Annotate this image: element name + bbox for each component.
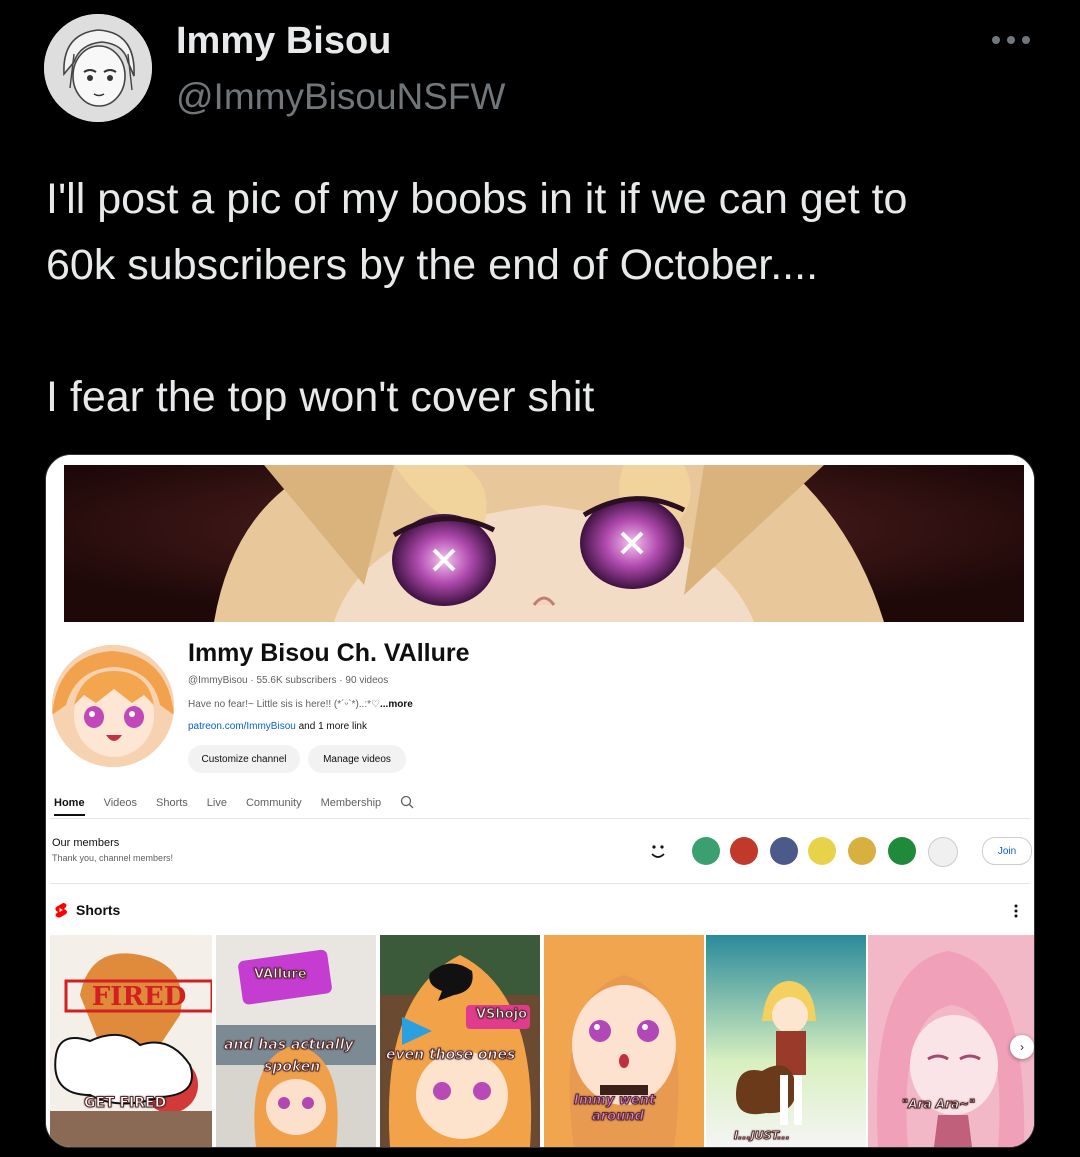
author-handle[interactable]: @ImmyBisouNSFW: [176, 76, 505, 118]
member-avatar: [808, 837, 836, 865]
members-title: Our members: [52, 837, 120, 849]
short-caption: and has actually: [224, 1037, 355, 1054]
short-caption: around: [592, 1109, 645, 1125]
author-name[interactable]: Immy Bisou: [176, 20, 391, 63]
member-avatar: [692, 837, 720, 865]
short-thumbnail: VAllure and has actually spoken: [216, 935, 376, 1147]
members-subtitle: Thank you, channel members!: [52, 853, 174, 863]
short-caption: Immy went: [573, 1093, 656, 1109]
tab-community: Community: [245, 797, 302, 809]
channel-meta: @ImmyBisou · 55.6K subscribers · 90 vide…: [188, 675, 389, 686]
channel-description: Have no fear!~ Little sis is here!! (*´ᵕ…: [188, 699, 413, 710]
channel-links: patreon.com/ImmyBisou and 1 more link: [188, 721, 367, 732]
short-thumbnail: FIRED GET FIRED: [50, 935, 212, 1147]
member-avatar: [770, 837, 798, 865]
shorts-section-title: Shorts: [76, 902, 121, 918]
section-divider: [50, 883, 1030, 884]
short-thumbnail: I...JUST...: [706, 935, 866, 1147]
member-avatar: [848, 837, 876, 865]
manage-videos-button: Manage videos: [308, 745, 406, 773]
join-button: Join: [982, 837, 1032, 865]
member-avatar: [730, 837, 758, 865]
tab-membership: Membership: [320, 797, 382, 809]
tweet-text-line: I'll post a pic of my boobs in it if we …: [46, 175, 908, 223]
tweet-text-line: 60k subscribers by the end of October...…: [46, 241, 819, 289]
short-thumbnail: VShojo even those ones: [380, 935, 540, 1147]
channel-banner: [64, 465, 1024, 622]
short-caption: even those ones: [385, 1047, 516, 1064]
channel-tabs: Home Videos Shorts Live Community Member…: [54, 791, 414, 816]
short-caption: "Ara Ara~": [901, 1097, 976, 1112]
member-avatar: [888, 837, 916, 865]
customize-channel-button: Customize channel: [188, 745, 300, 773]
youtube-channel-screenshot: Immy Bisou Ch. VAllure @ImmyBisou · 55.6…: [46, 455, 1034, 1147]
short-logo: VShojo: [476, 1007, 528, 1023]
member-avatar: [928, 837, 958, 867]
tweet-media-image[interactable]: Immy Bisou Ch. VAllure @ImmyBisou · 55.6…: [45, 454, 1035, 1148]
member-avatar: [644, 837, 672, 865]
short-caption: spoken: [263, 1059, 321, 1076]
kebab-menu-icon: [1012, 903, 1020, 919]
tab-live: Live: [206, 797, 227, 809]
search-icon: [400, 795, 414, 812]
more-options-icon[interactable]: [988, 26, 1034, 54]
short-logo: VAllure: [254, 967, 308, 983]
tab-shorts: Shorts: [156, 797, 188, 809]
tab-videos: Videos: [103, 797, 137, 809]
short-thumbnail: "Ara Ara~": [868, 935, 1034, 1147]
short-thumbnail: Immy went around: [544, 935, 704, 1147]
chevron-right-icon: ›: [1010, 1035, 1034, 1059]
description-more-link: ...more: [379, 699, 413, 710]
tweet-text-line: I fear the top won't cover shit: [46, 373, 595, 421]
channel-name: Immy Bisou Ch. VAllure: [188, 639, 470, 667]
tweet-text: I'll post a pic of my boobs in it if we …: [46, 166, 1036, 430]
shorts-logo-icon: [54, 902, 68, 918]
patreon-link: patreon.com/ImmyBisou: [188, 721, 296, 732]
author-avatar[interactable]: [44, 14, 152, 122]
channel-description-text: Have no fear!~ Little sis is here!! (*´ᵕ…: [188, 699, 380, 710]
channel-avatar[interactable]: [52, 645, 174, 767]
short-caption: I...JUST...: [734, 1129, 791, 1143]
short-sign-text: FIRED: [92, 982, 187, 1012]
tabs-divider: [50, 818, 1030, 819]
short-caption: GET FIRED: [83, 1095, 167, 1112]
tab-home: Home: [54, 797, 85, 816]
more-links-text: and 1 more link: [295, 721, 367, 732]
